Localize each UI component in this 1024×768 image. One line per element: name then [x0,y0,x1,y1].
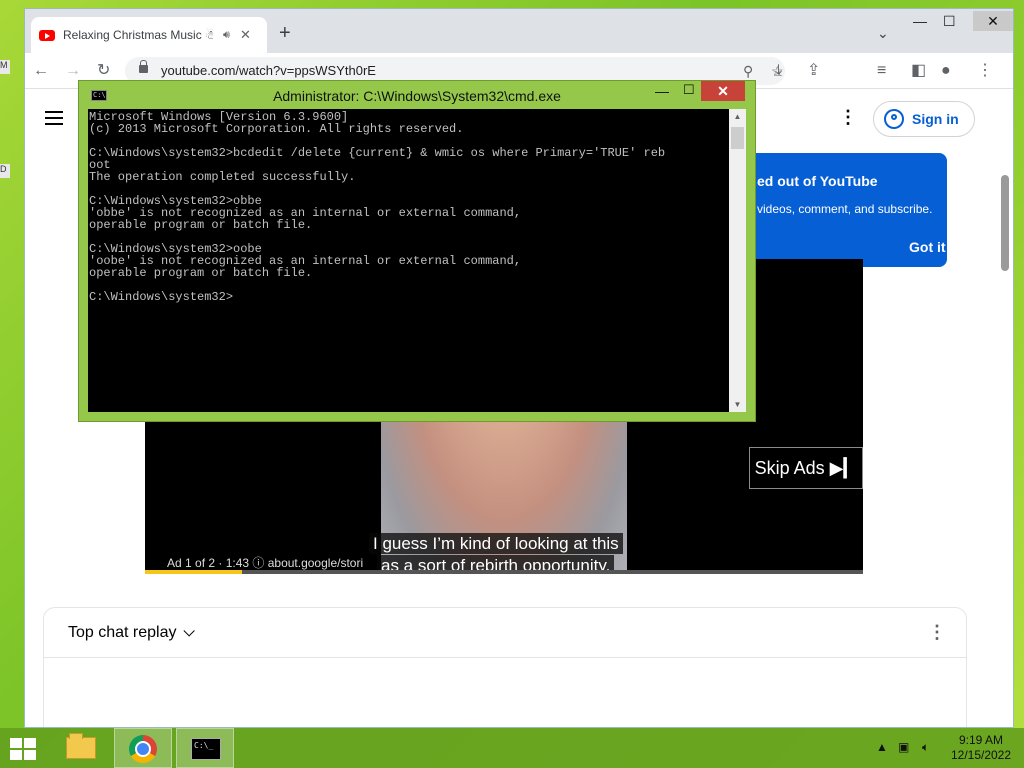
cmd-title: Administrator: C:\Windows\System32\cmd.e… [273,88,561,104]
cmd-window: C:\ Administrator: C:\Windows\System32\c… [78,80,756,422]
chat-menu-kebab-icon[interactable]: ⋮ [928,622,946,643]
desktop-icon-stub[interactable]: D [0,164,10,178]
chrome-icon [129,735,157,763]
scroll-up-icon[interactable]: ▲ [729,112,746,121]
show-hidden-icons-icon[interactable]: ▲ [876,740,888,754]
tab-close-icon[interactable]: ✕ [240,27,251,43]
clock-date: 12/15/2022 [950,748,1012,762]
youtube-favicon-icon [39,29,55,41]
got-it-button[interactable]: Got it [909,239,946,255]
popup-title: ed out of YouTube [757,173,878,189]
chat-mode-dropdown[interactable]: Top chat replay [68,624,195,642]
account-icon [884,109,904,129]
lock-icon [139,60,148,73]
share-icon[interactable]: ⇪ [807,61,820,81]
new-tab-button[interactable]: + [279,23,291,43]
progress-fill [145,570,242,574]
sign-in-label: Sign in [912,111,959,127]
clock-time: 9:19 AM [958,733,1004,747]
cmd-scrollbar[interactable]: ▲ ▼ [729,109,746,412]
tab-title: Relaxing Christmas Music ☃ [63,28,213,42]
cmd-title-bar[interactable]: C:\ Administrator: C:\Windows\System32\c… [79,81,755,109]
network-icon[interactable]: ▣ [898,740,909,754]
tab-search-chevron-icon[interactable]: ⌄ [877,25,889,42]
media-control-icon[interactable]: ≡ [877,61,886,81]
clock[interactable]: 9:19 AM 12/15/2022 [946,733,1016,763]
desktop-icon-stub[interactable]: M [0,60,10,74]
cmd-console[interactable]: Microsoft Windows [Version 6.3.9600] (c)… [88,109,746,412]
ad-info[interactable]: Ad 1 of 2 · 1:43 ⓘ about.google/stori [167,554,363,571]
taskbar: C:\_ ▲ ▣ 🔈︎ 9:19 AM 12/15/2022 [0,728,1024,768]
cmd-icon: C:\_ [191,738,221,760]
minimize-button[interactable]: — [913,13,927,29]
settings-kebab-icon[interactable]: ⋮ [839,107,857,128]
reload-icon[interactable]: ↻ [97,61,110,81]
cmd-output: Microsoft Windows [Version 6.3.9600] (c)… [89,110,666,304]
zoom-search-icon[interactable]: ⚲ [743,61,753,81]
folder-icon [66,733,96,759]
cmd-scroll-thumb[interactable] [731,127,744,149]
tab-strip: Relaxing Christmas Music ☃ 🔊︎ ✕ + ⌄ — ☐ … [25,9,1013,53]
progress-bar[interactable] [145,570,863,574]
scroll-down-icon[interactable]: ▼ [729,400,746,409]
cmd-close-button[interactable]: ✕ [701,81,745,101]
chat-header: Top chat replay ⋮ [44,608,966,658]
sign-in-button[interactable]: Sign in [873,101,975,137]
skip-ads-button[interactable]: Skip Ads ▶▎ [749,447,863,489]
chat-title: Top chat replay [68,624,177,641]
volume-icon[interactable]: 🔈︎ [922,740,929,755]
taskbar-file-explorer[interactable] [52,728,110,768]
browser-tab[interactable]: Relaxing Christmas Music ☃ 🔊︎ ✕ [31,17,267,53]
signed-out-popup: ed out of YouTube videos, comment, and s… [741,153,947,267]
chevron-down-icon [182,625,195,637]
profile-icon[interactable]: ● [941,61,951,81]
install-icon[interactable]: ⤓ [775,61,782,81]
taskbar-cmd[interactable]: C:\_ [176,728,234,768]
caption-line-1: I guess I’m kind of looking at this [369,533,623,554]
windows-start-icon[interactable] [10,738,38,760]
chat-panel: Top chat replay ⋮ [43,607,967,727]
forward-arrow-icon[interactable]: → [65,61,81,81]
hamburger-menu-icon[interactable] [45,111,63,125]
taskbar-chrome[interactable] [114,728,172,768]
menu-kebab-icon[interactable]: ⋮ [977,61,993,81]
cmd-minimize-button[interactable]: — [655,83,669,99]
back-arrow-icon[interactable]: ← [33,61,49,81]
speaker-icon[interactable]: 🔊︎ [223,29,230,42]
close-window-button[interactable]: ✕ [973,11,1013,31]
maximize-button[interactable]: ☐ [943,13,956,30]
popup-text: videos, comment, and subscribe. [757,202,933,216]
cmd-maximize-button[interactable]: ☐ [683,82,695,98]
side-panel-icon[interactable]: ◧ [911,61,926,81]
page-scrollbar[interactable] [1001,175,1009,271]
url-text: youtube.com/watch?v=ppsWSYth0rE [161,63,376,78]
